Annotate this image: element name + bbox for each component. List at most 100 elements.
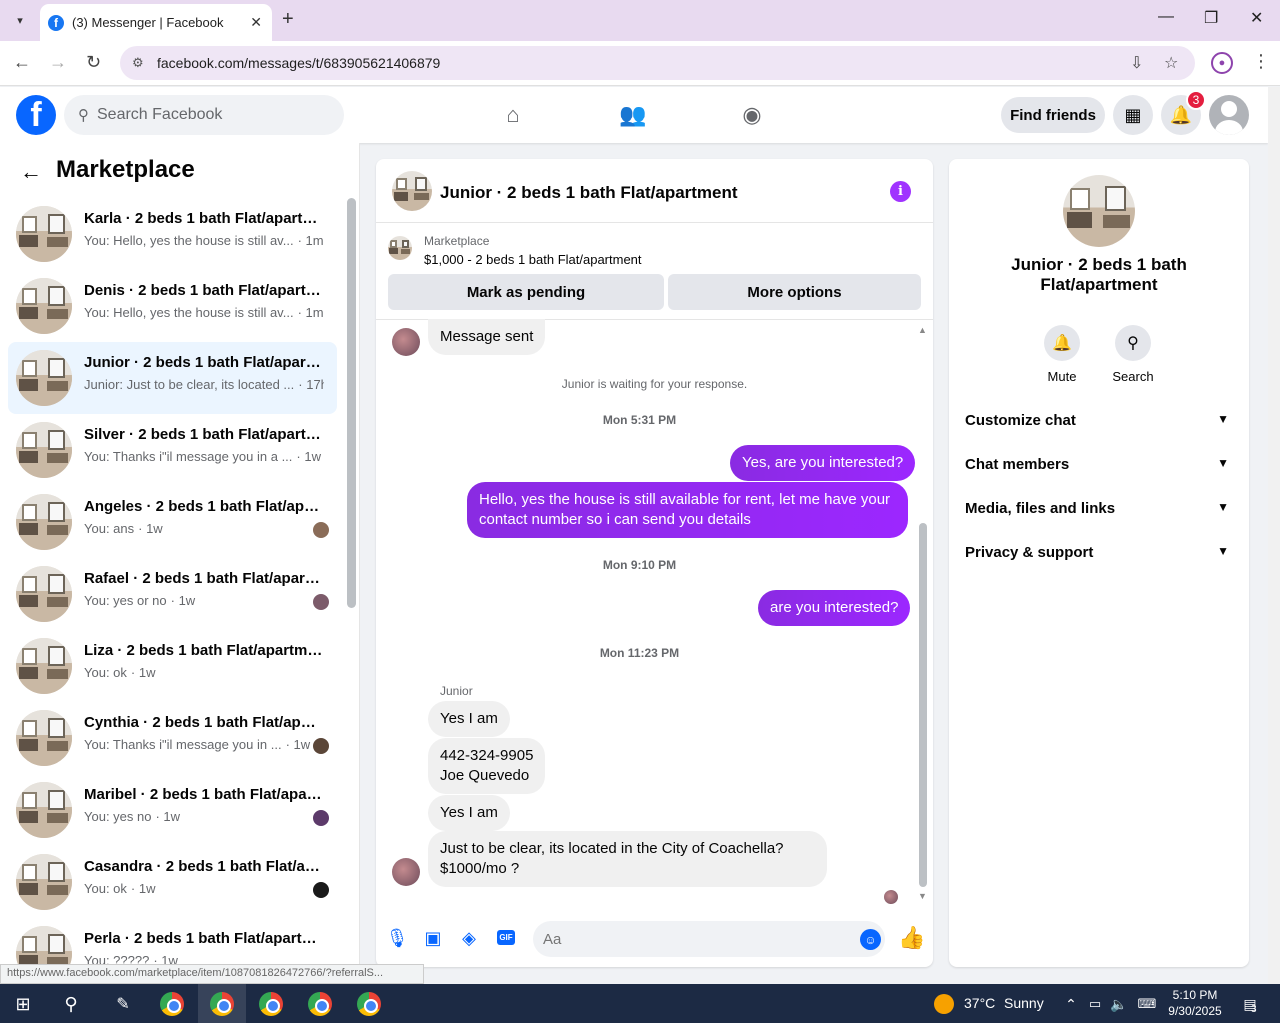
weather-temperature[interactable]: 37°C bbox=[964, 995, 995, 1011]
microphone-icon[interactable]: 🎙 bbox=[386, 927, 409, 949]
facebook-search[interactable]: ⚲ Search Facebook bbox=[64, 95, 344, 135]
tab-title: (3) Messenger | Facebook bbox=[72, 15, 224, 30]
clock[interactable]: 5:10 PM 9/30/2025 bbox=[1160, 987, 1230, 1019]
browser-profile-icon[interactable]: ● bbox=[1211, 52, 1233, 74]
photo-icon[interactable]: ▣ bbox=[422, 927, 444, 949]
minimize-icon[interactable]: — bbox=[1158, 8, 1174, 26]
groups-icon[interactable]: ◉ bbox=[738, 101, 766, 129]
listing-small-thumbnail[interactable] bbox=[388, 236, 412, 260]
privacy-support-section[interactable]: Privacy & support ▼ bbox=[965, 544, 1235, 568]
home-icon[interactable]: ⌂ bbox=[499, 101, 527, 129]
forward-icon[interactable]: → bbox=[49, 52, 67, 73]
chevron-up-icon[interactable]: ⌃ bbox=[1058, 991, 1084, 1017]
conversation-item[interactable]: Casandra · 2 beds 1 bath Flat/apartment Y… bbox=[8, 846, 337, 918]
conversation-item[interactable]: Liza · 2 beds 1 bath Flat/apartment You: … bbox=[8, 630, 337, 702]
conversation-preview: You: Thanks i"il message you in ... · 1w bbox=[84, 737, 324, 752]
contact-avatar[interactable] bbox=[392, 858, 420, 886]
contact-avatar[interactable] bbox=[392, 328, 420, 356]
network-icon[interactable]: ▭ bbox=[1082, 991, 1108, 1017]
weather-condition[interactable]: Sunny bbox=[1004, 995, 1044, 1011]
reload-icon[interactable]: ↻ bbox=[86, 52, 101, 73]
gif-icon[interactable]: GIF bbox=[497, 930, 515, 945]
chat-scrollbar[interactable] bbox=[919, 523, 927, 887]
customize-chat-section[interactable]: Customize chat ▼ bbox=[965, 412, 1235, 436]
restore-icon[interactable]: ❐ bbox=[1204, 8, 1218, 28]
conversation-item[interactable]: Denis · 2 beds 1 bath Flat/apartment You:… bbox=[8, 270, 337, 342]
friends-icon[interactable]: 👥 bbox=[619, 101, 647, 129]
search-placeholder: Search Facebook bbox=[97, 106, 223, 123]
chevron-down-icon: ▼ bbox=[1217, 500, 1229, 514]
conversation-item[interactable]: Angeles · 2 beds 1 bath Flat/apartment Yo… bbox=[8, 486, 337, 558]
chrome-icon[interactable] bbox=[357, 992, 381, 1016]
back-icon[interactable]: ← bbox=[13, 52, 31, 73]
sticker-icon[interactable]: ◈ bbox=[458, 927, 480, 949]
conversation-item[interactable]: Karla · 2 beds 1 bath Flat/apartment You:… bbox=[8, 198, 337, 270]
page-scrollbar[interactable] bbox=[1268, 87, 1280, 984]
account-avatar[interactable] bbox=[1209, 95, 1249, 135]
window-close-icon[interactable]: ✕ bbox=[1250, 8, 1263, 28]
volume-icon[interactable]: 🔈 bbox=[1106, 991, 1132, 1017]
marketplace-listing-bar: Marketplace $1,000 - 2 beds 1 bath Flat/… bbox=[376, 224, 933, 320]
chat-title[interactable]: Junior · 2 beds 1 bath Flat/apartment bbox=[440, 183, 738, 203]
conversation-preview: You: Thanks i"il message you in a ... · 1… bbox=[84, 449, 324, 464]
chrome-icon[interactable] bbox=[308, 992, 332, 1016]
omnibox[interactable]: ⚙ facebook.com/messages/t/68390562140687… bbox=[120, 46, 1195, 80]
preview-text: You: yes or no bbox=[84, 593, 167, 608]
back-arrow-icon[interactable]: ← bbox=[20, 159, 42, 185]
new-tab-icon[interactable]: + bbox=[282, 8, 294, 31]
site-info-icon[interactable]: ⚙ bbox=[132, 55, 144, 71]
windows-start-icon[interactable]: ⊞ bbox=[10, 991, 36, 1017]
keyboard-icon[interactable]: ⌨ bbox=[1134, 991, 1160, 1017]
tab-close-icon[interactable]: ✕ bbox=[250, 14, 262, 31]
install-app-icon[interactable]: ⇩ bbox=[1130, 53, 1143, 73]
paint-app-icon[interactable]: ✎ bbox=[110, 991, 136, 1017]
thumbs-up-icon[interactable]: 👍 bbox=[898, 925, 925, 951]
tab-search-icon[interactable]: ▾ bbox=[9, 9, 31, 31]
preview-time: · 1w bbox=[170, 593, 196, 608]
conversation-preview: You: ans · 1w bbox=[84, 521, 324, 536]
chat-scroll-down-icon[interactable]: ▼ bbox=[918, 891, 927, 901]
weather-sun-icon[interactable] bbox=[934, 994, 954, 1014]
chrome-icon[interactable] bbox=[160, 992, 184, 1016]
message-bubble-incoming: Yes I am bbox=[428, 795, 510, 831]
find-friends-button[interactable]: Find friends bbox=[1001, 97, 1105, 133]
search-icon[interactable]: ⚲ bbox=[58, 991, 84, 1017]
conversation-item[interactable]: Junior · 2 beds 1 bath Flat/apartment Jun… bbox=[8, 342, 337, 414]
search-conversation-button[interactable]: ⚲ Search bbox=[1098, 325, 1168, 384]
listing-large-thumbnail[interactable] bbox=[1063, 175, 1135, 247]
timestamp: Mon 11:23 PM bbox=[599, 646, 680, 660]
listing-thumbnail[interactable] bbox=[392, 171, 432, 211]
facebook-logo-icon[interactable]: f bbox=[16, 95, 56, 135]
conversation-item[interactable]: Rafael · 2 beds 1 bath Flat/apartment You… bbox=[8, 558, 337, 630]
conversation-item[interactable]: Perla · 2 beds 1 bath Flat/apartment You:… bbox=[8, 918, 337, 965]
media-files-links-section[interactable]: Media, files and links ▼ bbox=[965, 500, 1235, 524]
bookmark-star-icon[interactable]: ☆ bbox=[1164, 53, 1178, 73]
notification-center-icon[interactable]: ▤ bbox=[1237, 991, 1263, 1017]
conversation-item[interactable]: Cynthia · 2 beds 1 bath Flat/apartment Yo… bbox=[8, 702, 337, 774]
mark-as-pending-button[interactable]: Mark as pending bbox=[388, 274, 664, 310]
listing-thumbnail bbox=[16, 926, 72, 965]
more-options-button[interactable]: More options bbox=[668, 274, 921, 310]
info-icon[interactable]: i bbox=[890, 181, 911, 202]
chat-scroll-up-icon[interactable]: ▲ bbox=[918, 325, 927, 335]
message-bubble-outgoing: Yes, are you interested? bbox=[730, 445, 916, 481]
mute-button[interactable]: 🔔 Mute bbox=[1027, 325, 1097, 384]
url-text[interactable]: facebook.com/messages/t/683905621406879 bbox=[157, 55, 440, 71]
conversation-list-scrollbar[interactable] bbox=[347, 198, 356, 608]
bell-icon: 🔔 bbox=[1044, 325, 1080, 361]
browser-menu-icon[interactable]: ⋮ bbox=[1252, 51, 1270, 72]
chrome-icon[interactable] bbox=[210, 992, 234, 1016]
message-line: $1000/mo ? bbox=[440, 860, 520, 877]
conversation-item[interactable]: Maribel · 2 beds 1 bath Flat/apartment Yo… bbox=[8, 774, 337, 846]
chrome-icon[interactable] bbox=[259, 992, 283, 1016]
browser-tab[interactable]: f (3) Messenger | Facebook ✕ bbox=[40, 4, 272, 41]
conversation-item[interactable]: Silver · 2 beds 1 bath Flat/apartment You… bbox=[8, 414, 337, 486]
message-line: 442-324-9905 bbox=[440, 747, 534, 764]
listing-price-title[interactable]: $1,000 - 2 beds 1 bath Flat/apartment bbox=[424, 252, 642, 267]
menu-grid-icon[interactable]: ▦ bbox=[1113, 95, 1153, 135]
chat-members-section[interactable]: Chat members ▼ bbox=[965, 456, 1235, 480]
emoji-icon[interactable]: ☺ bbox=[860, 929, 881, 950]
message-bubble-outgoing: are you interested? bbox=[758, 590, 911, 626]
message-input[interactable] bbox=[533, 921, 885, 957]
seen-avatar bbox=[313, 882, 329, 898]
